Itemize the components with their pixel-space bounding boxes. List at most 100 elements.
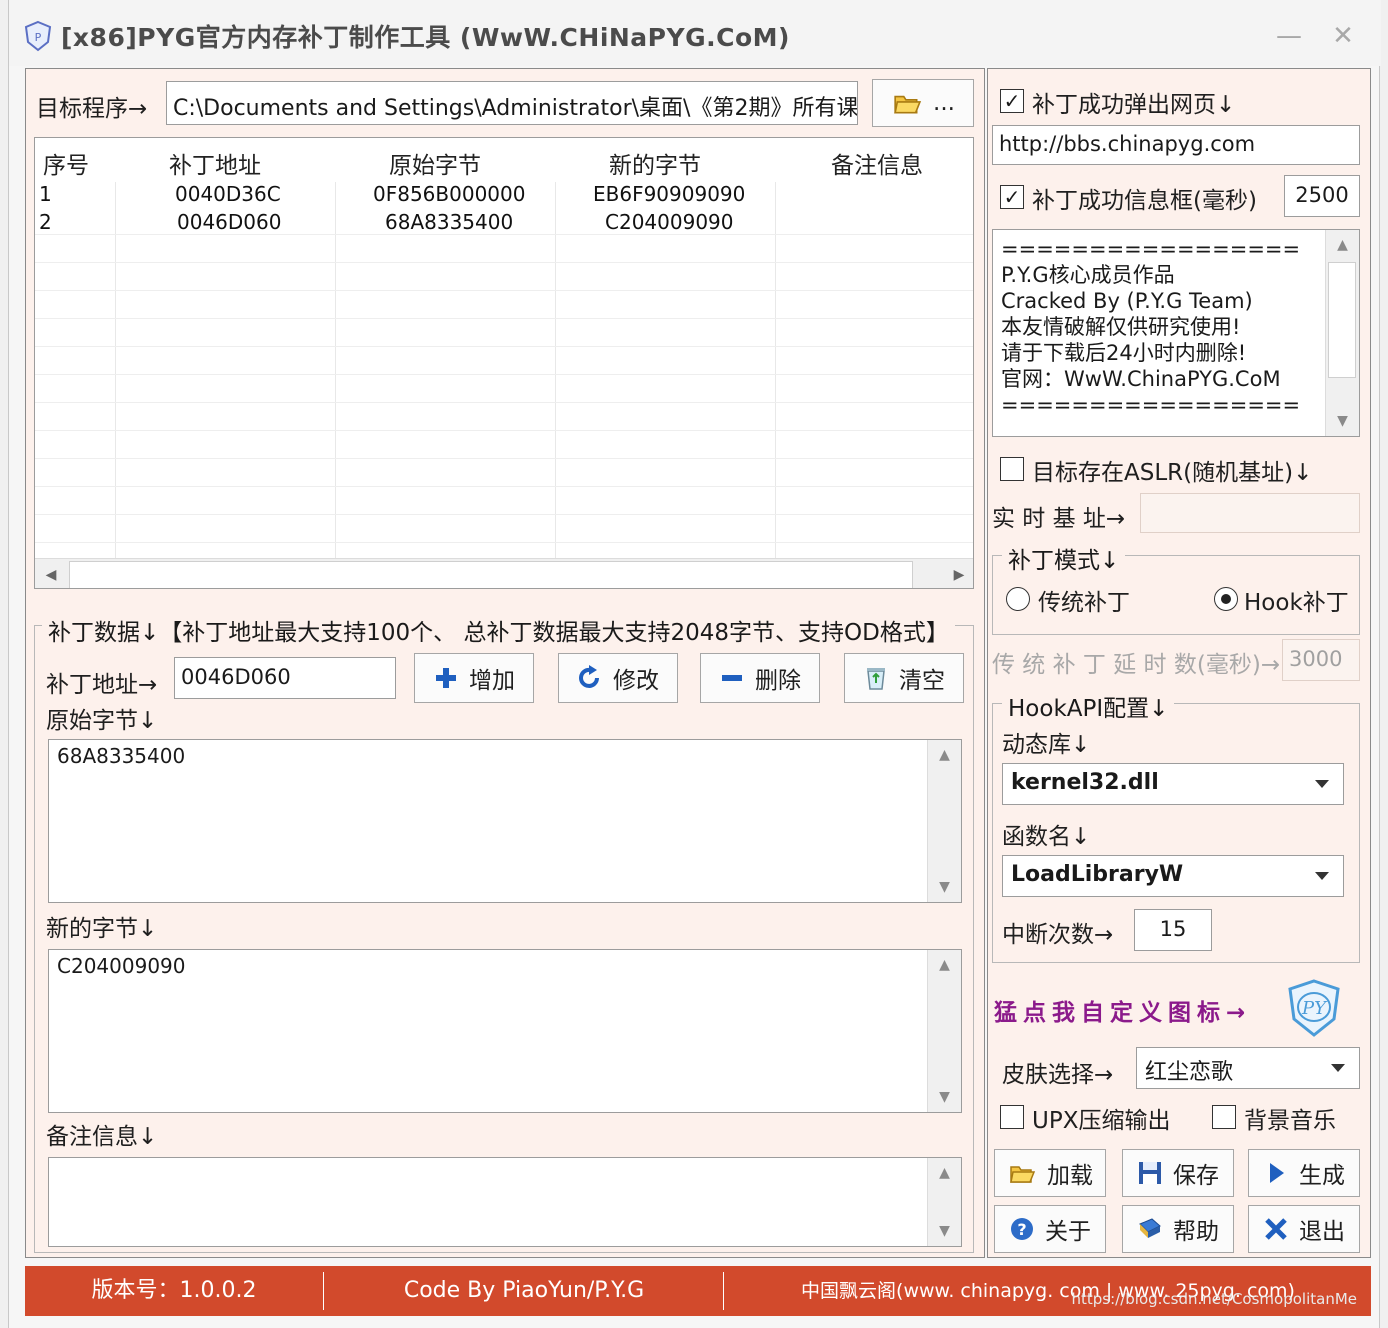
msgbox-ms-input[interactable]: 2500 <box>1284 175 1360 217</box>
help-circle-icon: ? <box>1011 1218 1033 1240</box>
delay-label: 传 统 补 丁 延 时 数(毫秒)→ <box>992 652 1281 678</box>
delete-button[interactable]: 删除 <box>700 653 820 703</box>
message-line: Cracked By (P.Y.G Team) <box>1001 289 1253 313</box>
scroll-down-icon[interactable]: ▼ <box>928 1216 961 1246</box>
scroll-down-icon[interactable]: ▼ <box>928 1082 961 1112</box>
message-line: ================= <box>1001 237 1301 261</box>
modify-button[interactable]: 修改 <box>558 653 678 703</box>
table-header-note: 备注信息 <box>831 153 923 179</box>
message-line: 请于下载后24小时内删除! <box>1001 341 1247 365</box>
chevron-down-icon <box>1315 780 1329 788</box>
help-label: 帮助 <box>1173 1219 1219 1245</box>
note-label: 备注信息↓ <box>46 1124 158 1150</box>
scroll-up-icon[interactable]: ▲ <box>1326 230 1359 260</box>
generate-button[interactable]: 生成 <box>1248 1149 1360 1197</box>
delay-input[interactable]: 3000 <box>1282 639 1360 681</box>
add-label: 增加 <box>469 668 515 694</box>
realtime-base-input[interactable] <box>1140 493 1360 533</box>
realtime-base-label: 实 时 基 址→ <box>992 506 1126 532</box>
about-button[interactable]: ? 关于 <box>994 1205 1106 1253</box>
row-original: 68A8335400 <box>385 210 514 234</box>
row-new: EB6F90909090 <box>593 182 746 206</box>
minus-icon <box>722 675 742 681</box>
patch-table[interactable]: 序号 补丁地址 原始字节 新的字节 备注信息 1 0040D36C 0F856B… <box>34 137 974 589</box>
svg-text:PY: PY <box>1301 998 1328 1019</box>
popup-checkbox[interactable]: ✓ <box>1000 89 1024 113</box>
table-header-index: 序号 <box>43 153 89 179</box>
vscroll-thumb[interactable] <box>1328 262 1356 378</box>
dll-label: 动态库↓ <box>1002 732 1091 758</box>
skin-select[interactable]: 红尘恋歌 <box>1136 1047 1360 1089</box>
custom-icon-link[interactable]: 猛点我自定义图标→ <box>994 993 1251 1027</box>
mode-traditional-label: 传统补丁 <box>1038 590 1130 616</box>
music-checkbox[interactable] <box>1212 1105 1236 1129</box>
row-address: 0040D36C <box>175 182 281 206</box>
left-panel: 目标程序→ C:\Documents and Settings\Administ… <box>25 68 985 1258</box>
mode-hook-label: Hook补丁 <box>1244 590 1349 616</box>
msgbox-label: 补丁成功信息框(毫秒) <box>1032 188 1257 214</box>
new-bytes-scrollbar[interactable]: ▲ ▼ <box>927 950 961 1112</box>
scroll-left-icon[interactable]: ◀ <box>35 559 67 588</box>
address-input[interactable]: 0046D060 <box>174 657 396 699</box>
status-bar: 版本号：1.0.0.2 Code By PiaoYun/P.Y.G 中国飘云阁(… <box>25 1266 1371 1316</box>
load-button[interactable]: 加载 <box>994 1149 1106 1197</box>
message-line: P.Y.G核心成员作品 <box>1001 263 1175 287</box>
hscroll-thumb[interactable] <box>69 561 913 588</box>
clear-button[interactable]: 清空 <box>844 653 964 703</box>
scroll-up-icon[interactable]: ▲ <box>928 950 961 980</box>
message-line: 本友情破解仅供研究使用! <box>1001 315 1241 339</box>
upx-checkbox[interactable] <box>1000 1105 1024 1129</box>
popup-url-input[interactable]: http://bbs.chinapyg.com <box>992 125 1360 165</box>
scroll-up-icon[interactable]: ▲ <box>928 740 961 770</box>
chevron-down-icon <box>1315 872 1329 880</box>
note-scrollbar[interactable]: ▲ ▼ <box>927 1158 961 1246</box>
add-button[interactable]: 增加 <box>414 653 534 703</box>
hookapi-title: HookAPI配置↓ <box>1002 689 1175 723</box>
generate-label: 生成 <box>1299 1163 1345 1189</box>
close-button[interactable]: ✕ <box>1325 18 1361 54</box>
recycle-bin-icon <box>867 668 885 690</box>
row-new: C204009090 <box>605 210 734 234</box>
help-button[interactable]: 帮助 <box>1122 1205 1234 1253</box>
mode-traditional-radio[interactable] <box>1006 587 1030 611</box>
help-book-icon <box>1139 1218 1161 1238</box>
message-textarea[interactable]: ================= P.Y.G核心成员作品 Cracked By… <box>992 229 1360 437</box>
pyg-shield-icon[interactable]: PY <box>1284 977 1344 1039</box>
scroll-up-icon[interactable]: ▲ <box>928 1158 961 1188</box>
aslr-checkbox[interactable] <box>1000 457 1024 481</box>
scroll-right-icon[interactable]: ▶ <box>943 559 973 588</box>
plus-icon <box>436 668 456 688</box>
table-header-original: 原始字节 <box>389 153 481 179</box>
patch-data-title: 补丁数据↓【补丁地址最大支持100个、 总补丁数据最大支持2048字节、支持OD… <box>42 613 955 647</box>
author-text: Code By PiaoYun/P.Y.G <box>403 1278 645 1303</box>
break-count-input[interactable]: 15 <box>1134 909 1212 951</box>
original-bytes-textarea[interactable]: 68A8335400 ▲ ▼ <box>48 739 962 903</box>
pyg-logo-icon: P <box>24 20 52 52</box>
save-button[interactable]: 保存 <box>1122 1149 1234 1197</box>
target-path-field[interactable]: C:\Documents and Settings\Administrator\… <box>166 81 858 125</box>
exit-button[interactable]: 退出 <box>1248 1205 1360 1253</box>
table-hscrollbar[interactable]: ◀ ▶ <box>35 558 973 588</box>
note-textarea[interactable]: ▲ ▼ <box>48 1157 962 1247</box>
row-index: 2 <box>39 210 52 234</box>
message-scrollbar[interactable]: ▲ ▼ <box>1325 230 1359 436</box>
minimize-button[interactable]: — <box>1271 18 1307 54</box>
scroll-down-icon[interactable]: ▼ <box>1326 406 1359 436</box>
svg-text:?: ? <box>1017 1220 1026 1239</box>
mode-hook-radio[interactable] <box>1214 587 1238 611</box>
msgbox-checkbox[interactable]: ✓ <box>1000 185 1024 209</box>
row-index: 1 <box>39 182 52 206</box>
func-select[interactable]: LoadLibraryW <box>1002 855 1344 897</box>
target-label: 目标程序→ <box>36 96 148 122</box>
redo-icon <box>579 665 599 688</box>
dll-select[interactable]: kernel32.dll <box>1002 763 1344 805</box>
chevron-down-icon <box>1331 1064 1345 1072</box>
original-bytes-scrollbar[interactable]: ▲ ▼ <box>927 740 961 902</box>
folder-open-icon <box>894 95 922 114</box>
new-bytes-textarea[interactable]: C204009090 ▲ ▼ <box>48 949 962 1113</box>
scroll-down-icon[interactable]: ▼ <box>928 872 961 902</box>
title-bar[interactable]: P [x86]PYG官方内存补丁制作工具 (WwW.CHiNaPYG.CoM) … <box>9 0 1381 66</box>
skin-value: 红尘恋歌 <box>1145 1060 1234 1085</box>
table-header-new: 新的字节 <box>609 153 701 179</box>
browse-button[interactable]: ... <box>872 79 974 127</box>
